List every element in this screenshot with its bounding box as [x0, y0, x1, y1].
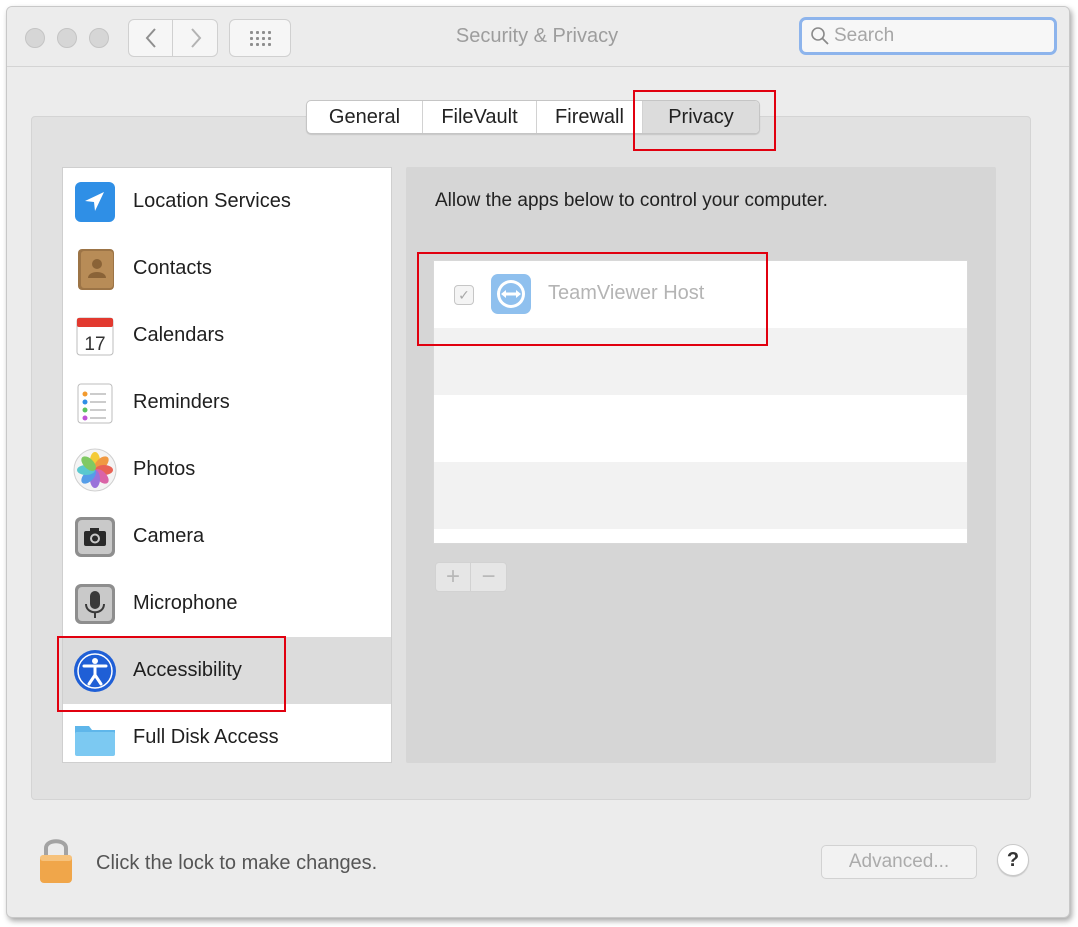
- detail-description: Allow the apps below to control your com…: [435, 190, 828, 211]
- privacy-category-list: Location Services Contacts 17 Calendars …: [62, 167, 392, 763]
- tab-general[interactable]: General: [307, 101, 423, 133]
- sidebar-item-label: Reminders: [133, 391, 230, 413]
- search-field[interactable]: [799, 17, 1057, 55]
- teamviewer-icon: [491, 274, 531, 314]
- close-window-button[interactable]: [25, 28, 45, 48]
- nav-buttons: [128, 19, 218, 57]
- checkmark-icon: ✓: [458, 286, 470, 303]
- sidebar-item-label: Location Services: [133, 190, 291, 212]
- lock-icon[interactable]: [38, 835, 74, 885]
- sidebar-item-label: Accessibility: [133, 659, 242, 681]
- lock-message: Click the lock to make changes.: [96, 852, 378, 874]
- sidebar-item-reminders[interactable]: Reminders: [63, 369, 391, 436]
- sidebar-item-photos[interactable]: Photos: [63, 436, 391, 503]
- sidebar-item-contacts[interactable]: Contacts: [63, 235, 391, 302]
- app-checkbox[interactable]: ✓: [454, 285, 474, 305]
- app-list: ✓ TeamViewer Host: [433, 260, 968, 544]
- sidebar-item-label: Microphone: [133, 592, 238, 614]
- contacts-book-icon: [78, 248, 114, 290]
- sidebar-item-location-services[interactable]: Location Services: [63, 168, 391, 235]
- list-item: [434, 328, 967, 395]
- grid-icon: [249, 30, 271, 46]
- search-input[interactable]: [834, 25, 1034, 47]
- tab-filevault[interactable]: FileVault: [423, 101, 537, 133]
- remove-app-button[interactable]: −: [471, 563, 506, 591]
- zoom-window-button[interactable]: [89, 28, 109, 48]
- tab-bar: General FileVault Firewall Privacy: [306, 100, 760, 134]
- search-icon: [811, 27, 829, 45]
- location-arrow-icon: [75, 181, 115, 222]
- sidebar-item-accessibility[interactable]: Accessibility: [63, 637, 391, 704]
- sidebar-item-label: Contacts: [133, 257, 212, 279]
- microphone-icon: [75, 583, 115, 624]
- svg-text:17: 17: [84, 334, 105, 355]
- list-item: [434, 395, 967, 462]
- sidebar-item-camera[interactable]: Camera: [63, 503, 391, 570]
- list-item: [434, 462, 967, 529]
- add-remove-control: + −: [435, 562, 507, 592]
- sidebar-item-full-disk-access[interactable]: Full Disk Access: [63, 704, 391, 762]
- photos-flower-icon: [73, 448, 117, 491]
- back-button[interactable]: [129, 20, 173, 56]
- title-bar: Security & Privacy: [7, 7, 1069, 67]
- list-item[interactable]: ✓ TeamViewer Host: [434, 261, 967, 328]
- tab-firewall[interactable]: Firewall: [537, 101, 643, 133]
- forward-button[interactable]: [174, 20, 218, 56]
- sidebar-item-microphone[interactable]: Microphone: [63, 570, 391, 637]
- chevron-left-icon: [145, 28, 156, 48]
- show-all-button[interactable]: [229, 19, 291, 57]
- accessibility-icon: [74, 649, 116, 692]
- add-app-button[interactable]: +: [436, 563, 472, 591]
- sidebar-item-label: Photos: [133, 458, 196, 480]
- app-name: TeamViewer Host: [548, 282, 705, 304]
- tab-privacy[interactable]: Privacy: [643, 101, 759, 133]
- minimize-window-button[interactable]: [57, 28, 77, 48]
- folder-icon: [75, 725, 115, 756]
- chevron-right-icon: [191, 28, 202, 48]
- help-button[interactable]: ?: [997, 844, 1029, 876]
- reminders-icon: [77, 383, 113, 423]
- window-title: Security & Privacy: [455, 25, 619, 47]
- calendar-icon: 17: [76, 317, 114, 355]
- advanced-button[interactable]: Advanced...: [821, 845, 977, 879]
- sidebar-item-label: Camera: [133, 525, 205, 547]
- camera-icon: [75, 516, 115, 557]
- sidebar-item-label: Calendars: [133, 324, 225, 346]
- sidebar-item-calendars[interactable]: 17 Calendars: [63, 302, 391, 369]
- sidebar-item-label: Full Disk Access: [133, 726, 279, 748]
